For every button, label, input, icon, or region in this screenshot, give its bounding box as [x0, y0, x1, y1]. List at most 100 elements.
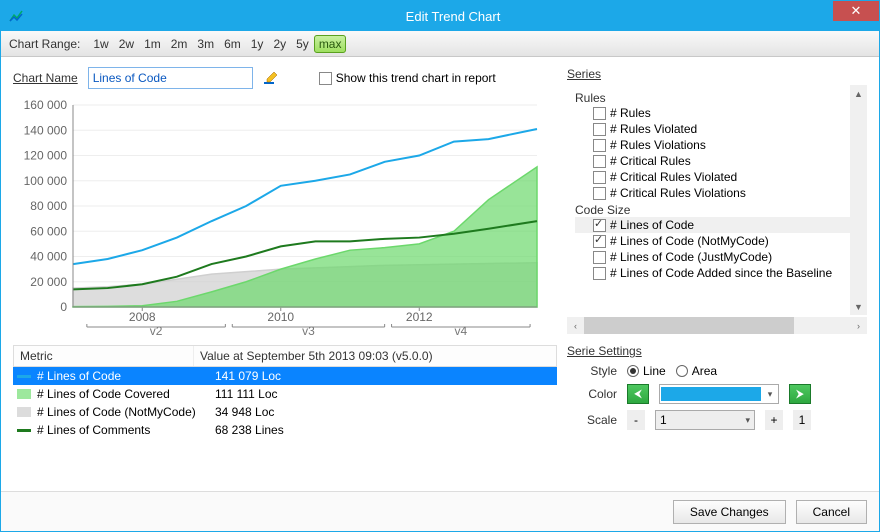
- show-in-report-label: Show this trend chart in report: [336, 71, 496, 85]
- range-2y[interactable]: 2y: [268, 35, 291, 53]
- range-2m[interactable]: 2m: [166, 35, 193, 53]
- checkbox-icon: [593, 219, 606, 232]
- metric-col-value: Value at September 5th 2013 09:03 (v5.0.…: [194, 346, 556, 366]
- checkbox-icon: [319, 72, 332, 85]
- checkbox-icon: [593, 187, 606, 200]
- range-2w[interactable]: 2w: [114, 35, 139, 53]
- tree-item[interactable]: # Rules Violations: [575, 137, 850, 153]
- svg-text:140 000: 140 000: [24, 123, 68, 137]
- checkbox-icon: [593, 123, 606, 136]
- svg-text:80 000: 80 000: [30, 199, 67, 213]
- metric-col-name: Metric: [14, 346, 194, 366]
- range-5y[interactable]: 5y: [291, 35, 314, 53]
- svg-text:2010: 2010: [267, 310, 294, 324]
- svg-text:2012: 2012: [406, 310, 433, 324]
- radio-off-icon: [676, 365, 688, 377]
- svg-text:v2: v2: [150, 324, 163, 337]
- metric-row[interactable]: # Lines of Comments68 238 Lines: [13, 421, 557, 439]
- titlebar: Edit Trend Chart ✕: [1, 1, 879, 31]
- range-max[interactable]: max: [314, 35, 347, 53]
- svg-text:20 000: 20 000: [30, 275, 67, 289]
- chevron-down-icon: ▾: [763, 389, 777, 400]
- dialog-footer: Save Changes Cancel: [1, 491, 879, 531]
- close-button[interactable]: ✕: [833, 1, 879, 21]
- range-1m[interactable]: 1m: [139, 35, 166, 53]
- svg-text:40 000: 40 000: [30, 250, 67, 264]
- save-changes-button[interactable]: Save Changes: [673, 500, 786, 524]
- tree-group: Rules: [575, 91, 850, 105]
- svg-text:0: 0: [60, 300, 67, 314]
- checkbox-icon: [593, 235, 606, 248]
- show-in-report-checkbox[interactable]: Show this trend chart in report: [319, 71, 496, 85]
- checkbox-icon: [593, 267, 606, 280]
- chart-range-label: Chart Range:: [9, 37, 80, 51]
- range-3m[interactable]: 3m: [192, 35, 219, 53]
- radio-on-icon: [627, 365, 639, 377]
- tree-item[interactable]: # Lines of Code Added since the Baseline: [575, 265, 850, 281]
- metric-row[interactable]: # Lines of Code (NotMyCode)34 948 Loc: [13, 403, 557, 421]
- edit-icon[interactable]: [263, 70, 279, 86]
- style-radio-area[interactable]: Area: [676, 364, 717, 378]
- tree-item[interactable]: # Lines of Code (JustMyCode): [575, 249, 850, 265]
- trend-chart: 0 20 000 40 000 60 000 80 000 100 000 120 000 1…: [17, 97, 557, 337]
- style-radio-line[interactable]: Line: [627, 364, 666, 378]
- series-swatch: [17, 375, 31, 378]
- style-label: Style: [567, 364, 617, 378]
- svg-text:2008: 2008: [129, 310, 156, 324]
- scale-display: 1: [793, 410, 811, 430]
- svg-text:160 000: 160 000: [24, 98, 68, 112]
- chart-name-label: Chart Name: [13, 71, 78, 85]
- scroll-down-icon[interactable]: ▼: [850, 298, 867, 315]
- tree-group: Code Size: [575, 203, 850, 217]
- checkbox-icon: [593, 107, 606, 120]
- series-tree: Rules# Rules# Rules Violated# Rules Viol…: [567, 85, 867, 315]
- color-prev-button[interactable]: ⮜: [627, 384, 649, 404]
- color-label: Color: [567, 387, 617, 401]
- series-swatch: [17, 429, 31, 432]
- svg-text:v3: v3: [302, 324, 315, 337]
- scroll-right-icon[interactable]: ›: [850, 317, 867, 334]
- cancel-button[interactable]: Cancel: [796, 500, 867, 524]
- scale-plus-button[interactable]: +: [765, 410, 783, 430]
- color-next-button[interactable]: ⮞: [789, 384, 811, 404]
- checkbox-icon: [593, 139, 606, 152]
- window-title: Edit Trend Chart: [27, 9, 879, 24]
- scale-label: Scale: [567, 413, 617, 427]
- scroll-up-icon[interactable]: ▲: [850, 85, 867, 102]
- tree-item[interactable]: # Lines of Code (NotMyCode): [575, 233, 850, 249]
- app-icon: [5, 5, 27, 27]
- checkbox-icon: [593, 251, 606, 264]
- series-swatch: [17, 389, 31, 399]
- tree-item[interactable]: # Rules Violated: [575, 121, 850, 137]
- tree-item[interactable]: # Critical Rules Violated: [575, 169, 850, 185]
- range-6m[interactable]: 6m: [219, 35, 246, 53]
- checkbox-icon: [593, 155, 606, 168]
- series-swatch: [17, 407, 31, 417]
- metric-row[interactable]: # Lines of Code141 079 Loc: [13, 367, 557, 385]
- scale-minus-button[interactable]: -: [627, 410, 645, 430]
- tree-item[interactable]: # Rules: [575, 105, 850, 121]
- metric-row[interactable]: # Lines of Code Covered111 111 Loc: [13, 385, 557, 403]
- tree-item[interactable]: # Critical Rules: [575, 153, 850, 169]
- range-1y[interactable]: 1y: [246, 35, 269, 53]
- color-selector[interactable]: ▾: [659, 384, 779, 404]
- metric-table: Metric Value at September 5th 2013 09:03…: [13, 345, 557, 439]
- scale-selector[interactable]: 1 ▾: [655, 410, 755, 430]
- chart-range-toolbar: Chart Range: 1w2w1m2m3m6m1y2y5ymax: [1, 31, 879, 57]
- serie-settings-label: Serie Settings: [567, 344, 867, 358]
- scroll-left-icon[interactable]: ‹: [567, 317, 584, 334]
- tree-item[interactable]: # Critical Rules Violations: [575, 185, 850, 201]
- svg-text:v4: v4: [454, 324, 467, 337]
- range-1w[interactable]: 1w: [88, 35, 113, 53]
- color-swatch: [661, 387, 761, 401]
- scrollbar-horizontal[interactable]: ‹ ›: [567, 317, 867, 334]
- scrollbar-vertical[interactable]: ▲ ▼: [850, 85, 867, 315]
- svg-text:120 000: 120 000: [24, 149, 68, 163]
- chevron-down-icon: ▾: [745, 415, 750, 426]
- series-section-label: Series: [567, 67, 867, 81]
- chart-name-input[interactable]: [88, 67, 253, 89]
- svg-text:60 000: 60 000: [30, 224, 67, 238]
- checkbox-icon: [593, 171, 606, 184]
- svg-text:100 000: 100 000: [24, 174, 68, 188]
- tree-item[interactable]: # Lines of Code: [575, 217, 850, 233]
